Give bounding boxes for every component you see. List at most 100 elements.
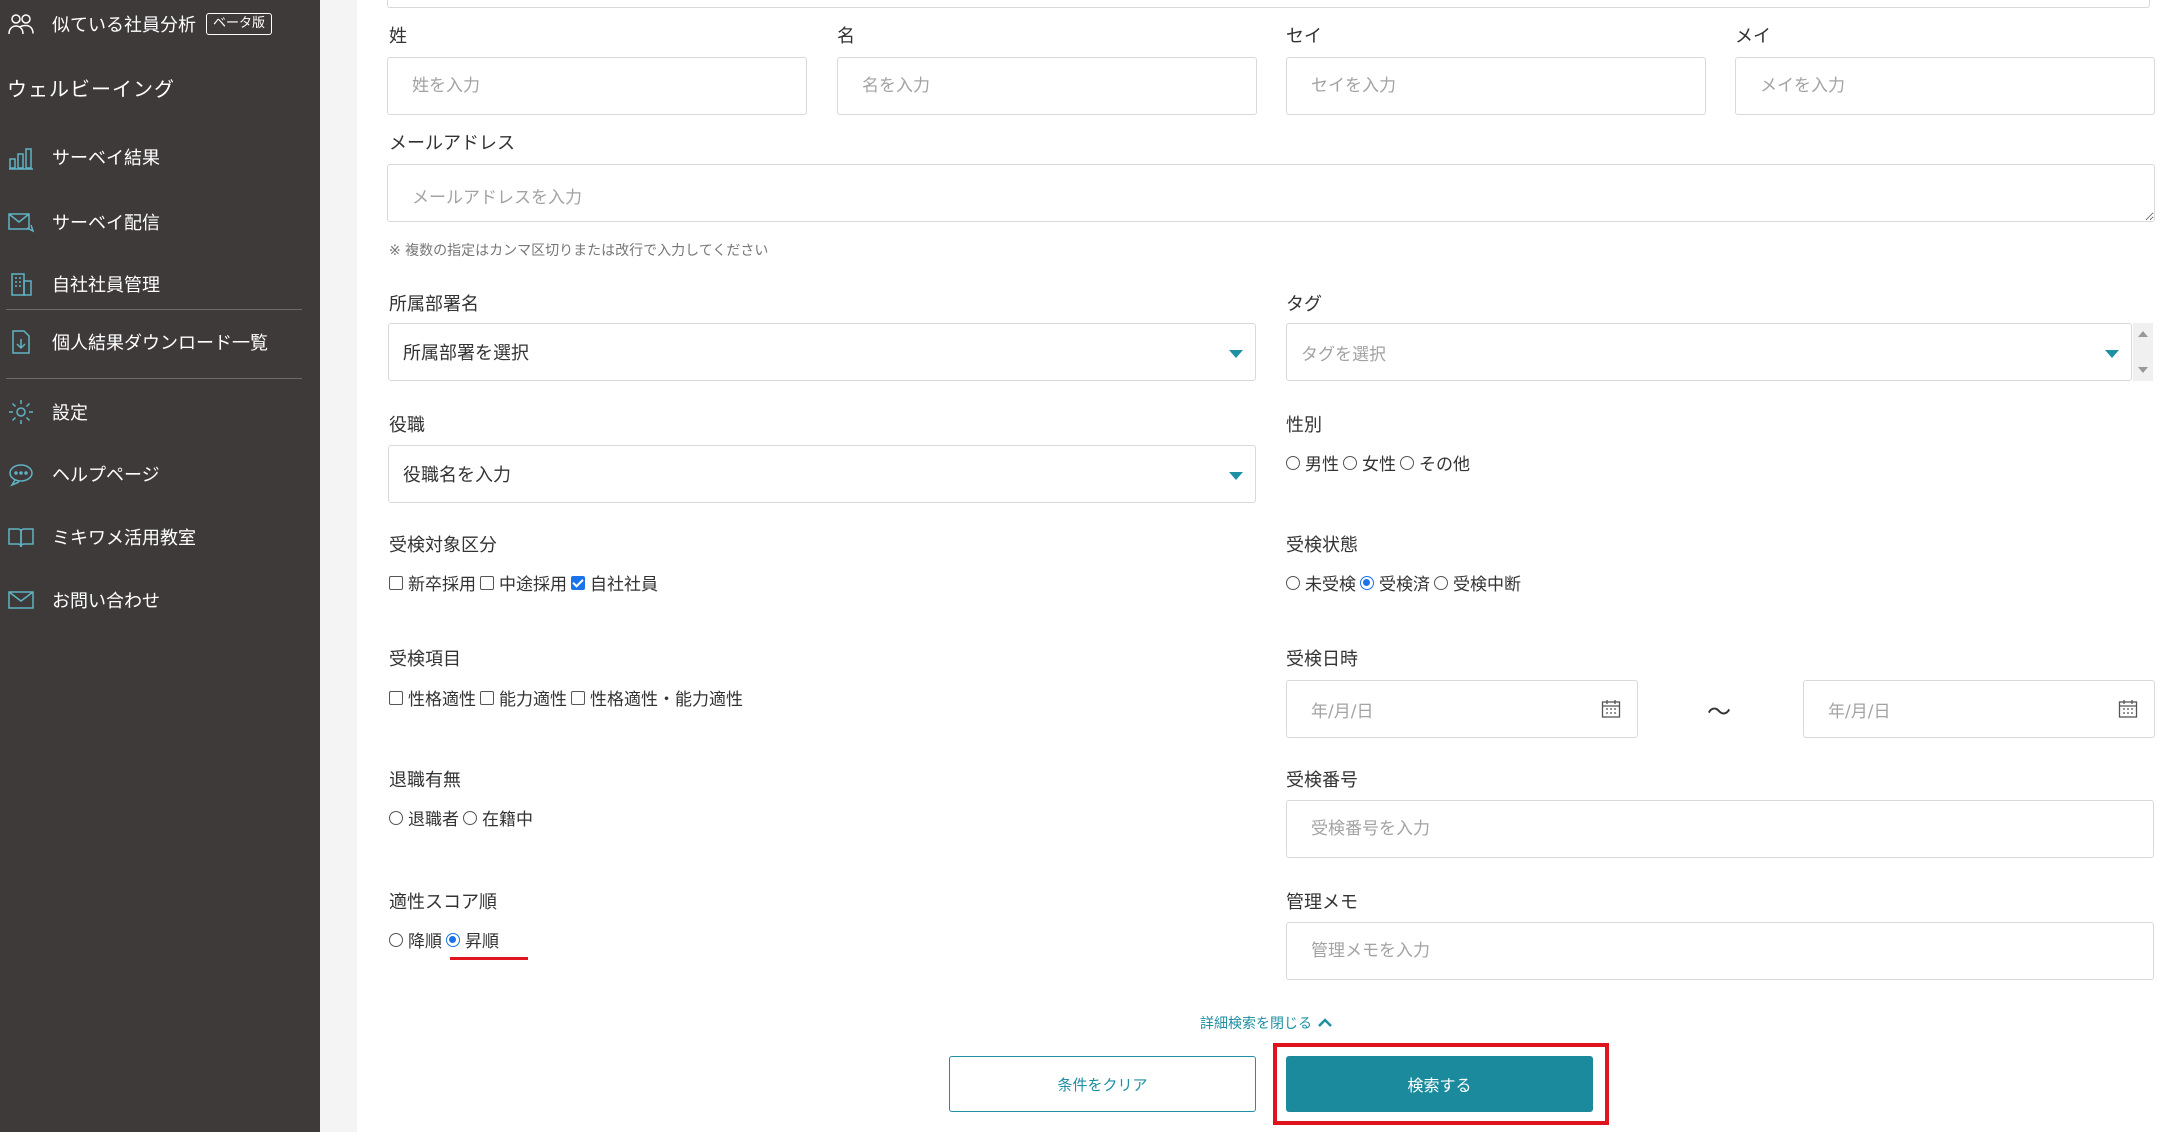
date-range-separator: 〜 [1707,698,1731,726]
option-label: 自社社員 [590,575,658,595]
target-type-option-employee[interactable]: 自社社員 [571,570,658,595]
sidebar-divider [6,309,302,310]
last-kana-input[interactable] [1286,57,1706,115]
tag-select[interactable]: タグを選択 [1286,323,2132,381]
radio-button[interactable] [1343,455,1357,470]
building-icon [6,269,36,299]
retired-label: 退職有無 [389,770,461,791]
sidebar-item-contact[interactable]: お問い合わせ [0,578,320,622]
radio-button[interactable] [1400,455,1414,470]
exam-status-option-taken[interactable]: 受検済 [1360,570,1430,595]
exam-status-option-not-taken[interactable]: 未受検 [1286,570,1356,595]
first-name-input[interactable] [837,57,1257,115]
memo-input[interactable] [1286,922,2154,980]
exam-items-option-ability[interactable]: 能力適性 [480,685,567,710]
sidebar-item-label: 自社社員管理 [52,275,160,296]
sidebar-item-download-list[interactable]: 個人結果ダウンロード一覧 [0,320,320,364]
retired-option-retired[interactable]: 退職者 [389,805,459,830]
checkbox[interactable] [389,690,403,705]
exam-date-label: 受検日時 [1286,649,1358,670]
exam-status-option-interrupted[interactable]: 受検中断 [1434,570,1521,595]
sidebar-item-label: 設定 [52,403,88,424]
chevron-down-icon [2105,350,2119,358]
checkbox-checked[interactable] [571,575,585,590]
option-label: その他 [1419,455,1470,475]
radio-button-selected[interactable] [1360,575,1374,590]
position-select[interactable]: 役職名を入力 [388,445,1256,503]
radio-button[interactable] [463,810,477,825]
score-order-option-asc[interactable]: 昇順 [446,927,499,952]
gender-option-female[interactable]: 女性 [1343,450,1396,475]
first-name-label: 名 [837,26,855,47]
radio-button-selected[interactable] [446,932,460,947]
checkbox[interactable] [571,690,585,705]
calendar-icon[interactable] [1601,699,1621,719]
checkbox[interactable] [480,575,494,590]
sidebar-item-survey-results[interactable]: サーベイ結果 [0,135,320,179]
chevron-up-icon [1318,1018,1332,1027]
department-select[interactable]: 所属部署を選択 [388,323,1256,381]
checkbox[interactable] [389,575,403,590]
sidebar-item-help[interactable]: ヘルプページ [0,452,320,496]
sidebar-item-classroom[interactable]: ミキワメ活用教室 [0,515,320,559]
option-label: 能力適性 [499,690,567,710]
gender-option-other[interactable]: その他 [1400,450,1470,475]
sidebar-item-label: 個人結果ダウンロード一覧 [52,333,268,354]
sidebar-item-employee-management[interactable]: 自社社員管理 [0,262,320,306]
checkbox[interactable] [480,690,494,705]
score-order-label: 適性スコア順 [389,892,497,913]
mail-send-icon [6,207,36,237]
chevron-down-icon [1229,472,1243,480]
radio-button[interactable] [1286,575,1300,590]
sidebar-item-survey-delivery[interactable]: サーベイ配信 [0,200,320,244]
target-type-options: 新卒採用 中途採用 自社社員 [389,570,662,595]
option-label: 降順 [408,932,442,952]
retired-option-active[interactable]: 在籍中 [463,805,533,830]
sidebar-item-label: お問い合わせ [52,591,160,612]
option-label: 在籍中 [482,810,533,830]
radio-button[interactable] [389,932,403,947]
toggle-advanced-search-label: 詳細検索を閉じる [1200,1016,1312,1032]
memo-label: 管理メモ [1286,892,1358,913]
sidebar: 似ている社員分析 ベータ版 ウェルビーイング サーベイ結果 サーベイ配信 自社社… [0,0,320,1132]
last-name-input[interactable] [387,57,807,115]
exam-number-input[interactable] [1286,800,2154,858]
content-gutter [320,0,357,1132]
toggle-advanced-search-link[interactable]: 詳細検索を閉じる [1200,1013,1334,1033]
last-name-label: 姓 [389,26,407,47]
sidebar-item-settings[interactable]: 設定 [0,390,320,434]
date-placeholder: 年/月/日 [1828,701,1891,722]
chevron-down-icon [1229,350,1243,358]
option-label: 受検中断 [1453,575,1521,595]
gender-option-male[interactable]: 男性 [1286,450,1339,475]
radio-button[interactable] [1434,575,1448,590]
sidebar-divider [6,378,302,379]
score-order-option-desc[interactable]: 降順 [389,927,442,952]
radio-button[interactable] [1286,455,1300,470]
target-type-option-new-grad[interactable]: 新卒採用 [389,570,476,595]
beta-badge: ベータ版 [206,13,273,35]
option-label: 未受検 [1305,575,1356,595]
sidebar-item-label: ミキワメ活用教室 [52,528,196,549]
search-form: 姓 名 セイ メイ メールアドレス ※ 複数の指定はカンマ区切りまたは改行で入力… [357,0,2167,1132]
envelope-icon [6,585,36,615]
radio-button[interactable] [389,810,403,825]
gender-options: 男性 女性 その他 [1286,450,1474,475]
first-kana-input[interactable] [1735,57,2155,115]
exam-date-to-input[interactable]: 年/月/日 [1803,680,2155,738]
exam-date-from-input[interactable]: 年/月/日 [1286,680,1638,738]
people-analysis-icon [6,9,36,39]
tag-scrollbar[interactable] [2133,323,2153,381]
sidebar-item-label: サーベイ配信 [52,213,160,234]
retired-options: 退職者 在籍中 [389,805,537,830]
bar-chart-icon [6,142,36,172]
target-type-option-mid-career[interactable]: 中途採用 [480,570,567,595]
exam-items-option-personality[interactable]: 性格適性 [389,685,476,710]
sidebar-item-label: ヘルプページ [52,465,160,486]
calendar-icon[interactable] [2118,699,2138,719]
sidebar-item-similar-employees[interactable]: 似ている社員分析 ベータ版 [0,2,320,46]
email-textarea[interactable] [387,164,2155,222]
exam-items-option-both[interactable]: 性格適性・能力適性 [571,685,743,710]
clear-conditions-button[interactable]: 条件をクリア [949,1056,1256,1112]
date-placeholder: 年/月/日 [1311,701,1374,722]
